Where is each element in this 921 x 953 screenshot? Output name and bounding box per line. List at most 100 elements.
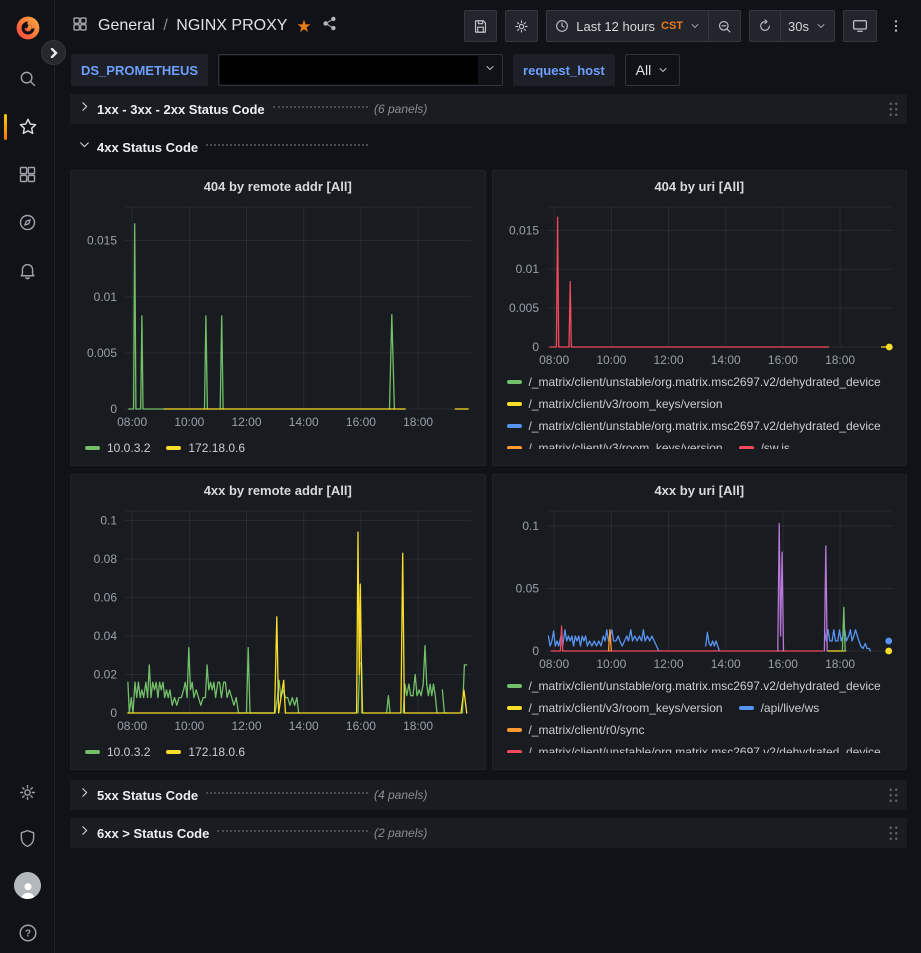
breadcrumb-folder[interactable]: General (98, 17, 155, 34)
more-options-button[interactable] (885, 10, 907, 42)
legend-item[interactable]: /_matrix/client/unstable/org.matrix.msc2… (507, 373, 881, 391)
sidebar-item-explore[interactable] (0, 202, 55, 242)
dotted-leader (206, 792, 368, 794)
panel-404-by-remote-addr-all: 404 by remote addr [All]00.0050.010.0150… (70, 170, 486, 466)
tv-kiosk-button[interactable] (843, 10, 877, 42)
star-icon (17, 116, 39, 138)
row-title: 1xx - 3xx - 2xx Status Code (97, 102, 265, 117)
svg-text:12:00: 12:00 (653, 353, 683, 367)
legend-item[interactable]: /api/live/ws (739, 699, 820, 717)
row-panel-count: (2 panels) (374, 826, 427, 840)
save-icon (472, 18, 489, 35)
svg-text:16:00: 16:00 (767, 353, 797, 367)
refresh-button[interactable] (749, 10, 781, 42)
sidebar-item-search[interactable] (0, 58, 55, 98)
time-series-chart[interactable]: 00.0050.010.01508:0010:0012:0014:0016:00… (501, 199, 900, 371)
legend-item[interactable]: 172.18.0.6 (166, 439, 245, 457)
zoom-out-icon (716, 18, 733, 35)
svg-text:0.02: 0.02 (94, 668, 118, 682)
legend-label: /_matrix/client/r0/sync (529, 723, 645, 737)
panel-title[interactable]: 4xx by uri [All] (501, 479, 899, 503)
legend-swatch (507, 728, 522, 732)
legend-label: /_matrix/client/v3/room_keys/version (529, 701, 723, 715)
time-range-picker[interactable]: Last 12 hours CST (546, 10, 709, 42)
panel-title[interactable]: 4xx by remote addr [All] (79, 479, 477, 503)
row-5xx[interactable]: 5xx Status Code (4 panels) (70, 780, 907, 810)
sidebar-item-server-admin[interactable] (0, 818, 55, 858)
legend-item[interactable]: 10.0.3.2 (85, 439, 150, 457)
grafana-app: ? General / NGINX PROXY ★ (0, 0, 921, 953)
legend-swatch (739, 706, 754, 710)
request-host-value: All (636, 62, 652, 78)
sidebar-item-configuration[interactable] (0, 772, 55, 812)
svg-text:08:00: 08:00 (117, 719, 147, 733)
legend-label: /_matrix/client/unstable/org.matrix.msc2… (529, 745, 881, 753)
svg-text:0.015: 0.015 (87, 234, 117, 248)
row-title: 4xx Status Code (97, 140, 198, 155)
time-series-chart[interactable]: 00.050.108:0010:0012:0014:0016:0018:00 (501, 503, 900, 675)
dotted-leader (206, 144, 368, 146)
legend-swatch (507, 706, 522, 710)
legend-item[interactable]: /_matrix/client/unstable/org.matrix.msc2… (507, 743, 881, 753)
row-6xx[interactable]: 6xx > Status Code (2 panels) (70, 818, 907, 848)
panel-title[interactable]: 404 by uri [All] (501, 175, 899, 199)
redacted-value (220, 56, 478, 84)
legend-item[interactable]: /_matrix/client/v3/room_keys/version (507, 439, 723, 449)
sidebar-item-dashboards[interactable] (0, 154, 55, 194)
row-1xx-3xx-2xx[interactable]: 1xx - 3xx - 2xx Status Code (6 panels) (70, 94, 907, 124)
sidebar: ? (0, 0, 55, 953)
legend-item[interactable]: 10.0.3.2 (85, 743, 150, 761)
dotted-leader (217, 830, 368, 832)
svg-text:0: 0 (110, 402, 117, 416)
legend-item[interactable]: /_matrix/client/unstable/org.matrix.msc2… (507, 417, 881, 435)
sidebar-item-alerting[interactable] (0, 250, 55, 290)
dashboard-settings-button[interactable] (505, 10, 538, 42)
favorite-star-icon[interactable]: ★ (296, 18, 311, 35)
time-series-chart[interactable]: 00.0050.010.01508:0010:0012:0014:0016:00… (79, 199, 478, 433)
panel-legend: 10.0.3.2 172.18.0.6 (79, 437, 477, 457)
legend-item[interactable]: 172.18.0.6 (166, 743, 245, 761)
legend-label: 10.0.3.2 (107, 441, 150, 455)
svg-text:0: 0 (532, 340, 539, 354)
svg-text:0.04: 0.04 (94, 629, 118, 643)
legend-item[interactable]: /_matrix/client/v3/room_keys/version (507, 395, 723, 413)
time-series-chart[interactable]: 00.020.040.060.080.108:0010:0012:0014:00… (79, 503, 478, 737)
refresh-interval-dropdown[interactable]: 30s (781, 10, 835, 42)
sidebar-item-starred[interactable] (0, 107, 55, 147)
legend-swatch (507, 380, 522, 384)
legend-label: /_matrix/client/unstable/org.matrix.msc2… (529, 375, 881, 389)
share-icon[interactable] (321, 15, 338, 37)
legend-swatch (85, 446, 100, 450)
svg-text:0: 0 (110, 706, 117, 720)
legend-swatch (166, 750, 181, 754)
legend-item[interactable]: /_matrix/client/r0/sync (507, 721, 645, 739)
svg-text:16:00: 16:00 (346, 719, 376, 733)
panel-4xx-by-uri-all: 4xx by uri [All]00.050.108:0010:0012:001… (492, 474, 908, 770)
expand-sidebar-button[interactable] (41, 40, 66, 65)
request-host-dropdown[interactable]: All (625, 54, 681, 86)
breadcrumb-separator: / (163, 17, 167, 34)
datasource-dropdown[interactable] (218, 54, 503, 86)
dashboard-title[interactable]: NGINX PROXY (176, 17, 287, 34)
save-dashboard-button[interactable] (464, 10, 497, 42)
sidebar-item-help[interactable]: ? (0, 913, 55, 953)
zoom-out-button[interactable] (709, 10, 741, 42)
svg-text:18:00: 18:00 (825, 657, 855, 671)
row-drag-handle[interactable] (888, 825, 899, 841)
chevron-down-icon (689, 20, 701, 32)
legend-label: 172.18.0.6 (188, 745, 245, 759)
svg-text:?: ? (24, 929, 30, 940)
svg-text:0.06: 0.06 (94, 591, 118, 605)
row-drag-handle[interactable] (888, 787, 899, 803)
panel-title[interactable]: 404 by remote addr [All] (79, 175, 477, 199)
svg-text:0: 0 (532, 644, 539, 658)
sidebar-item-profile[interactable] (0, 865, 55, 905)
dashboard-grid-icon (71, 15, 89, 38)
panel-legend: 10.0.3.2 172.18.0.6 (79, 741, 477, 761)
legend-item[interactable]: /_matrix/client/v3/room_keys/version (507, 699, 723, 717)
legend-item[interactable]: /sw.js (739, 439, 790, 449)
legend-item[interactable]: /_matrix/client/unstable/org.matrix.msc2… (507, 677, 881, 695)
row-4xx[interactable]: 4xx Status Code (70, 132, 907, 162)
legend-label: 172.18.0.6 (188, 441, 245, 455)
row-drag-handle[interactable] (888, 101, 899, 117)
